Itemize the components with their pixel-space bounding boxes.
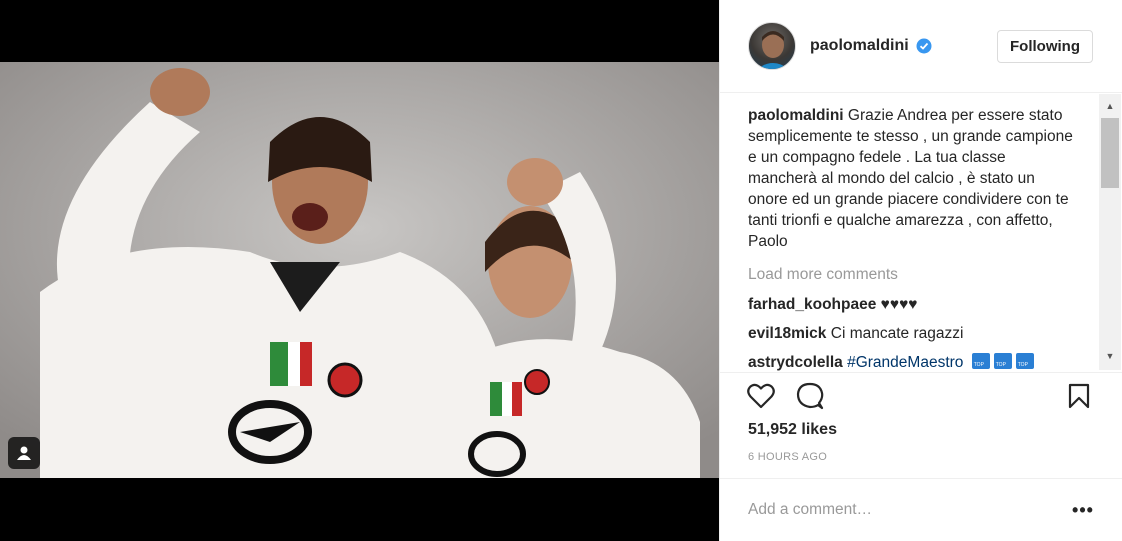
- top-emoji-icon: [971, 353, 990, 369]
- like-button[interactable]: [746, 381, 776, 411]
- load-more-comments[interactable]: Load more comments: [748, 266, 898, 284]
- comment-item: evil18mick Ci mancate ragazzi: [748, 325, 963, 343]
- add-comment-input[interactable]: [748, 499, 1048, 521]
- top-emoji-icon: [1015, 353, 1034, 369]
- comments-list[interactable]: paolomaldini Grazie Andrea per essere st…: [720, 94, 1100, 372]
- photo-illustration: [0, 62, 719, 478]
- comment-text: ♥♥♥♥: [880, 296, 918, 313]
- post-photo[interactable]: [0, 62, 719, 478]
- comment-username[interactable]: astrydcolella: [748, 354, 843, 371]
- scroll-up-arrow-icon[interactable]: ▲: [1099, 98, 1121, 114]
- hashtag-link[interactable]: #GrandeMaestro: [847, 354, 963, 371]
- save-button[interactable]: [1064, 381, 1094, 411]
- user-tag-button[interactable]: [8, 437, 40, 469]
- comment-username[interactable]: evil18mick: [748, 325, 826, 342]
- verified-badge-icon: [916, 38, 932, 54]
- comments-scrollbar[interactable]: ▲ ▼: [1099, 94, 1121, 370]
- avatar-photo: [757, 31, 789, 69]
- post-media: [0, 0, 719, 541]
- comment-text: Ci mancate ragazzi: [830, 325, 964, 342]
- following-button[interactable]: Following: [997, 30, 1093, 63]
- scroll-down-arrow-icon[interactable]: ▼: [1099, 348, 1121, 364]
- likes-count[interactable]: 51,952 likes: [748, 421, 837, 439]
- comment-item: farhad_koohpaee ♥♥♥♥: [748, 296, 917, 314]
- post-caption: paolomaldini Grazie Andrea per essere st…: [748, 105, 1078, 252]
- user-tag-icon: [17, 446, 31, 460]
- more-options-button[interactable]: •••: [1070, 497, 1096, 523]
- post-actions: 51,952 likes 6 HOURS AGO: [720, 372, 1122, 472]
- comment-item: astrydcolella #GrandeMaestro: [748, 353, 1034, 372]
- comment-username[interactable]: farhad_koohpaee: [748, 296, 876, 313]
- username-link[interactable]: paolomaldini: [810, 37, 909, 55]
- caption-text: Grazie Andrea per essere stato semplicem…: [748, 107, 1073, 250]
- post-header: paolomaldini Following: [720, 0, 1122, 93]
- more-options-icon: •••: [1072, 499, 1094, 520]
- top-emoji-icon: [993, 353, 1012, 369]
- caption-username[interactable]: paolomaldini: [748, 107, 844, 124]
- comment-bubble-icon: [796, 382, 824, 410]
- heart-icon: [747, 383, 775, 409]
- scrollbar-thumb[interactable]: [1101, 118, 1119, 188]
- add-comment-section: •••: [720, 478, 1122, 541]
- avatar[interactable]: [748, 22, 796, 70]
- comment-button[interactable]: [795, 381, 825, 411]
- post-timestamp[interactable]: 6 HOURS AGO: [748, 451, 827, 463]
- bookmark-icon: [1068, 383, 1090, 409]
- post-sidebar: paolomaldini Following paolomaldini Graz…: [719, 0, 1122, 541]
